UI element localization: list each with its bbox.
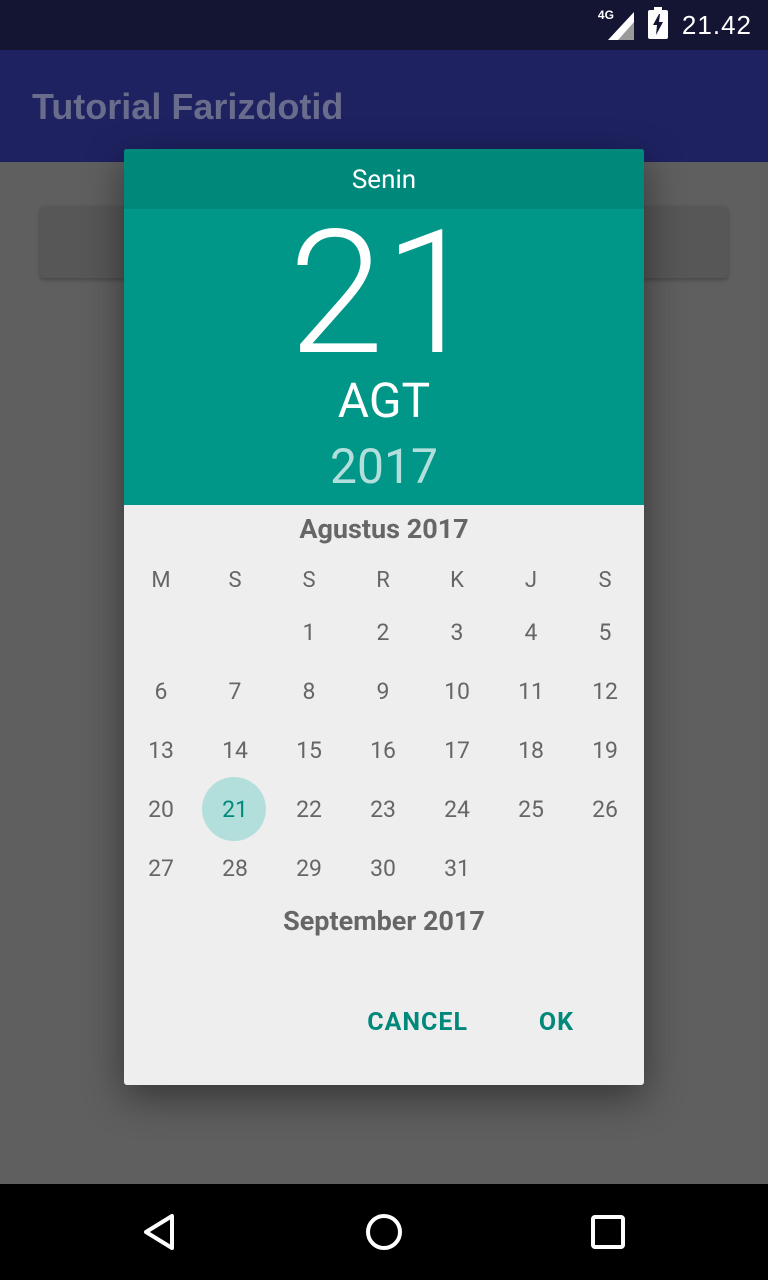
navigation-bar (0, 1184, 768, 1280)
day-cell[interactable]: 28 (198, 839, 272, 898)
day-cell-selected[interactable]: 21 (198, 780, 272, 839)
day-cell[interactable]: 10 (420, 662, 494, 721)
cancel-button[interactable]: CANCEL (367, 995, 468, 1051)
day-cell[interactable]: 5 (568, 603, 642, 662)
weekday-header: S (302, 568, 316, 593)
day-cell[interactable]: 11 (494, 662, 568, 721)
day-cell[interactable]: 27 (124, 839, 198, 898)
next-month-title: September 2017 (283, 905, 485, 937)
day-cell[interactable]: 15 (272, 721, 346, 780)
day-cell[interactable]: 6 (124, 662, 198, 721)
date-picker-dialog: Senin 21 AGT 2017 Agustus 2017 MSSRKJS12… (124, 149, 644, 1085)
day-cell[interactable]: 20 (124, 780, 198, 839)
day-cell[interactable]: 17 (420, 721, 494, 780)
calendar-grid: M S S R K J S 1 2 3 4 5 6 7 8 9 10 11 12 13 14 15 16 17 18 19 20 21… (124, 149, 644, 1085)
day-cell[interactable]: 22 (272, 780, 346, 839)
day-cell[interactable]: 31 (420, 839, 494, 898)
day-cell[interactable]: 24 (420, 780, 494, 839)
app-title: Tutorial Farizdotid (32, 86, 344, 127)
day-cell[interactable]: 29 (272, 839, 346, 898)
day-cell[interactable]: 12 (568, 662, 642, 721)
day-cell[interactable]: 9 (346, 662, 420, 721)
day-cell[interactable]: 2 (346, 603, 420, 662)
weekday-header: M (151, 568, 171, 593)
weekday-header: S (228, 568, 242, 593)
day-cell[interactable]: 4 (494, 603, 568, 662)
clock: 21.42 (681, 9, 752, 40)
dialog-actions: CANCEL OK (124, 995, 644, 1051)
day-cell[interactable]: 26 (568, 780, 642, 839)
day-cell[interactable]: 1 (272, 603, 346, 662)
day-cell[interactable]: 8 (272, 662, 346, 721)
day-cell[interactable]: 13 (124, 721, 198, 780)
status-bar: 4G 21.42 (0, 0, 768, 50)
weekday-header: K (450, 568, 464, 593)
battery-charging-icon (647, 7, 668, 43)
day-cell[interactable]: 25 (494, 780, 568, 839)
ok-button[interactable]: OK (539, 995, 574, 1051)
day-cell[interactable]: 23 (346, 780, 420, 839)
app-bar: Tutorial Farizdotid (0, 50, 768, 162)
home-icon[interactable] (360, 1208, 408, 1256)
back-icon[interactable] (136, 1208, 184, 1256)
day-cell[interactable]: 3 (420, 603, 494, 662)
day-cell[interactable]: 14 (198, 721, 272, 780)
weekday-header: J (524, 568, 538, 593)
day-cell[interactable]: 19 (568, 721, 642, 780)
recents-icon[interactable] (584, 1208, 632, 1256)
weekday-header: S (598, 568, 612, 593)
day-cell[interactable]: 7 (198, 662, 272, 721)
weekday-header: R (376, 568, 390, 593)
day-cell[interactable]: 30 (346, 839, 420, 898)
signal-4g-icon: 4G (598, 8, 634, 40)
day-cell[interactable]: 18 (494, 721, 568, 780)
day-cell[interactable]: 16 (346, 721, 420, 780)
